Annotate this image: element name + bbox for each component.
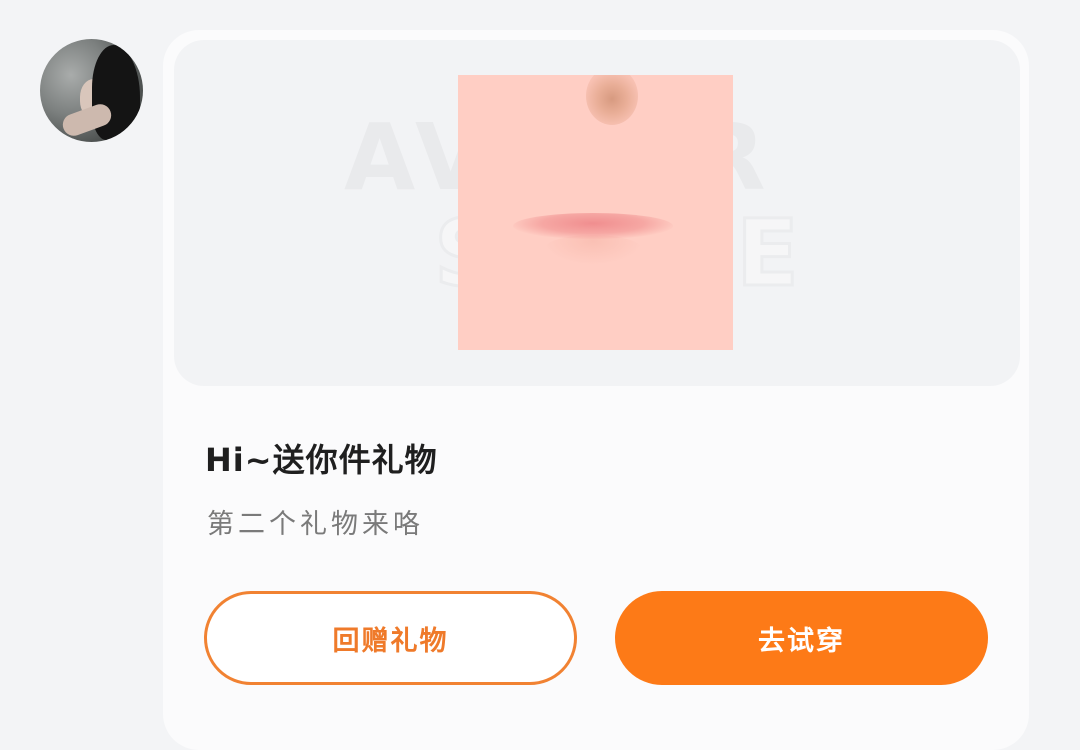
item-nose-shape — [586, 75, 638, 125]
item-chin-shade — [543, 235, 643, 265]
item-lip-shape — [513, 213, 673, 239]
try-on-button[interactable]: 去试穿 — [615, 591, 988, 685]
return-gift-button[interactable]: 回赠礼物 — [204, 591, 577, 685]
sender-avatar[interactable] — [40, 39, 143, 142]
gift-title: Hi~送你件礼物 — [205, 441, 438, 479]
gift-subtitle: 第二个礼物来咯 — [207, 509, 424, 540]
gift-preview-area[interactable]: AVATAR STORE — [174, 40, 1020, 386]
gift-item-thumbnail[interactable] — [458, 75, 733, 350]
gift-message-card: AVATAR STORE Hi~送你件礼物 第二个礼物来咯 回赠礼物 去试穿 — [163, 30, 1029, 750]
